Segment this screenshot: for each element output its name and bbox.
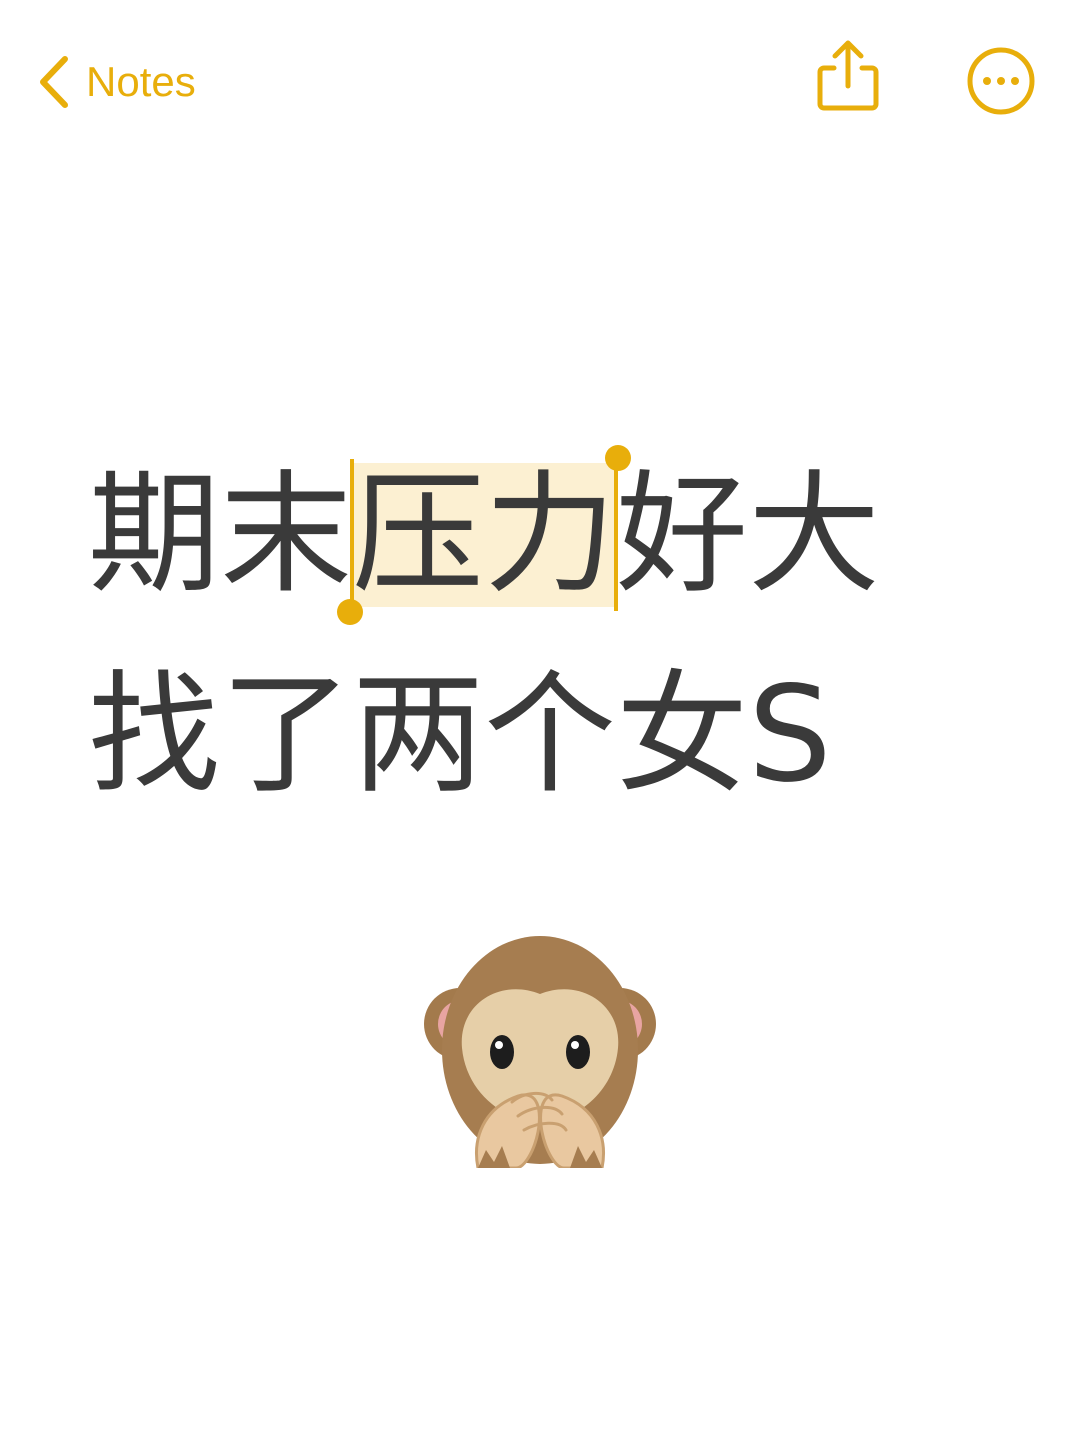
selection-end-knob[interactable] bbox=[605, 445, 631, 471]
note-line-1[interactable]: 期末 压力 好大 bbox=[88, 445, 1048, 625]
more-button[interactable] bbox=[966, 46, 1036, 116]
chevron-left-icon bbox=[40, 56, 68, 108]
share-icon bbox=[817, 40, 879, 111]
selected-text: 压力 bbox=[352, 458, 616, 612]
note-text: 找了两个女S bbox=[88, 658, 832, 812]
share-button[interactable] bbox=[810, 36, 886, 118]
text-selection[interactable]: 压力 bbox=[337, 445, 631, 625]
monkey-icon bbox=[424, 936, 656, 1170]
selection-end-handle[interactable] bbox=[614, 459, 618, 611]
note-line-2[interactable]: 找了两个女S bbox=[88, 660, 1048, 810]
selection-start-handle[interactable] bbox=[350, 459, 354, 611]
note-text: 好大 bbox=[616, 458, 880, 612]
back-button[interactable]: Notes bbox=[36, 46, 196, 118]
back-label: Notes bbox=[86, 58, 196, 105]
see-no-evil-monkey-emoji bbox=[420, 932, 660, 1170]
note-text: 期末 bbox=[88, 458, 352, 612]
ellipsis-circle-icon bbox=[967, 47, 1035, 115]
selection-start-knob[interactable] bbox=[337, 599, 363, 625]
navigation-bar: Notes bbox=[0, 0, 1080, 170]
